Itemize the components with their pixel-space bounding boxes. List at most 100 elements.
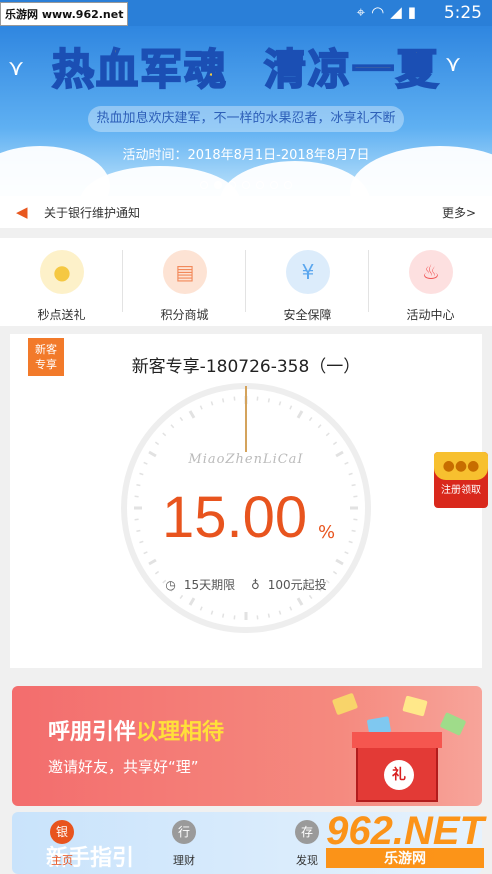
invite-banner[interactable]: 呼朋引伴以理相待 邀请好友，共享好“理” 礼 [12, 686, 482, 806]
card-decoration [402, 695, 428, 717]
dial-tick [325, 432, 330, 437]
coins-icon: ●●● [434, 452, 488, 480]
dial-tick [162, 432, 167, 437]
dial-tick [188, 597, 196, 606]
menu-item-label: 积分商城 [160, 308, 209, 322]
signal-icon: ◢ [390, 3, 408, 21]
shop-icon: ▤ [163, 250, 207, 294]
banner-title-left: 热血军魂 [51, 44, 229, 95]
card-decoration [439, 712, 467, 736]
dial-tick [351, 529, 356, 533]
dial-tick [210, 610, 214, 615]
product-card[interactable]: 新客 专享 新客专享-180726-358（一） MiaoZhenLiCaI 1… [10, 334, 482, 668]
invite-heading-yellow: 以理相待 [136, 720, 225, 745]
dial-tick [351, 483, 356, 487]
clock-icon: ◷ [165, 578, 176, 592]
dial-tick [199, 405, 203, 410]
quick-menu: ● 秒点送礼 ▤ 积分商城 ¥ 安全保障 ♨ 活动中心 [0, 238, 492, 326]
dial-tick [308, 416, 313, 422]
dial-tick [139, 472, 144, 476]
shield-yen-icon: ¥ [286, 250, 330, 294]
carousel-dot[interactable] [242, 181, 250, 189]
carousel-dot[interactable] [214, 181, 222, 189]
tab-label: 理财 [173, 854, 195, 867]
more-link[interactable]: 更多> [442, 204, 476, 221]
discover-icon: 存 [295, 820, 319, 844]
brand-logo: MiaoZhenLiCaI [188, 452, 304, 467]
site-watermark: 乐游网 www.962.net [0, 2, 129, 26]
battery-icon: ▮ [407, 3, 422, 21]
invite-heading-white: 呼朋引伴 [48, 720, 137, 745]
watermark-main: 962.NET [326, 809, 484, 853]
dial-tick [179, 594, 184, 600]
dial-tick [170, 424, 175, 429]
term-text: 15天期限 [183, 578, 236, 592]
dial-tick [221, 613, 225, 618]
notice-text[interactable]: 关于银行维护通知 [44, 204, 140, 221]
carousel-dot[interactable] [284, 181, 292, 189]
tab-home[interactable]: 银 主页 [32, 820, 92, 874]
dial-tick [348, 540, 353, 544]
dial-tick [308, 594, 313, 600]
carousel-dot[interactable] [256, 181, 264, 189]
bird-icon: ⋎ [445, 52, 462, 77]
money-bag-icon: ♁ [250, 578, 260, 592]
home-icon: 银 [50, 820, 74, 844]
bird-icon: ⋎ [8, 56, 25, 81]
dial-tick [148, 558, 157, 566]
dial-tick [296, 597, 304, 606]
dial-tick [344, 551, 349, 555]
promo-banner[interactable]: ⋎ ⋎ 热血军魂 清凉一夏 热血加息欢庆建军，不一样的水果忍者，冰享礼不断 活动… [0, 26, 492, 196]
menu-item-mall[interactable]: ▤ 积分商城 [123, 238, 246, 326]
menu-item-label: 秒点送礼 [37, 308, 86, 322]
dial-tick [296, 410, 304, 419]
status-icons: ⌖◠◢▮ [357, 3, 422, 21]
gift-lid [352, 732, 442, 748]
location-icon: ⌖ [356, 3, 372, 21]
dial-tick [154, 570, 160, 575]
notice-bar[interactable]: ◀ 关于银行维护通知 更多> [0, 196, 492, 228]
dial-tick [267, 398, 271, 403]
banner-title-right: 清凉一夏 [263, 44, 441, 95]
tab-finance[interactable]: 行 理财 [154, 820, 214, 874]
carousel-dot[interactable] [270, 181, 278, 189]
menu-item-gift[interactable]: ● 秒点送礼 [0, 238, 123, 326]
interest-rate: 15.00 [162, 485, 308, 550]
register-red-packet[interactable]: ●●● 注册领取 [434, 452, 488, 508]
menu-item-events[interactable]: ♨ 活动中心 [369, 238, 492, 326]
finance-icon: 行 [172, 820, 196, 844]
dial-tick [210, 401, 214, 406]
interest-rate-unit: % [318, 522, 336, 543]
dial-tick [332, 570, 338, 575]
dial-tick [199, 606, 203, 611]
tab-label: 主页 [51, 854, 73, 867]
gift-seal: 礼 [384, 760, 414, 790]
min-invest-text: 100元起投 [267, 578, 327, 592]
dial-tick [332, 441, 338, 446]
invite-subtitle: 邀请好友，共享好“理” [48, 758, 199, 776]
card-decoration [331, 692, 359, 716]
dial-tick [136, 483, 141, 487]
megaphone-icon: ◀ [16, 203, 28, 221]
dial-tick [348, 472, 353, 476]
invite-heading: 呼朋引伴以理相待 [48, 714, 224, 746]
product-info: ◷ 15天期限 ♁ 100元起投 [10, 576, 482, 593]
dial-tick [267, 613, 271, 618]
dial-tick [289, 606, 293, 611]
menu-item-security[interactable]: ¥ 安全保障 [246, 238, 369, 326]
dial-tick [278, 401, 282, 406]
dial-tick [154, 441, 160, 446]
carousel-dot[interactable] [228, 181, 236, 189]
carousel-dot[interactable] [200, 181, 208, 189]
dial-tick [136, 529, 141, 533]
status-bar: 乐游网 www.962.net ⌖◠◢▮ 5:25 [0, 0, 492, 26]
dial-tick [221, 398, 225, 403]
dial-tick [139, 540, 144, 544]
banner-subtitle: 热血加息欢庆建军，不一样的水果忍者，冰享礼不断 [88, 106, 404, 132]
dial-tick [143, 551, 148, 555]
gift-box-icon: 礼 [352, 732, 442, 802]
carousel-indicator[interactable] [0, 174, 492, 193]
site-watermark-logo: 962.NET 乐游网 [326, 809, 484, 868]
dial-tick [317, 424, 322, 429]
flame-icon: ♨ [409, 250, 453, 294]
